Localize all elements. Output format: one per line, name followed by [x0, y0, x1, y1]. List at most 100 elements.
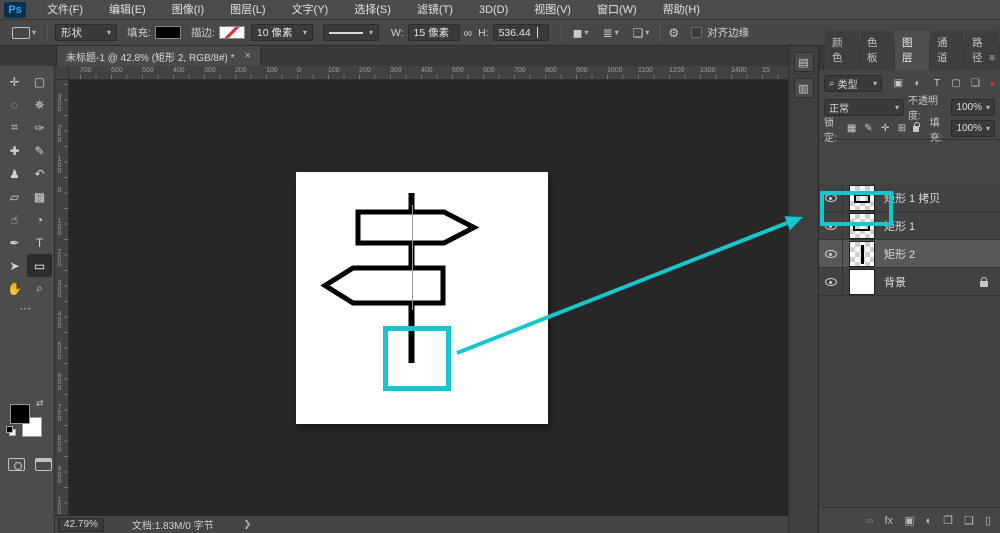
gradient-tool[interactable]: ▩ [27, 185, 52, 208]
lock-artboard-icon[interactable]: ⊞ [896, 123, 908, 134]
close-icon[interactable]: × [245, 50, 251, 62]
horizontal-ruler[interactable]: 7006005004003002001000100200300400500600… [69, 66, 788, 80]
path-arrangement-button[interactable]: ❏ ▾ [629, 24, 654, 42]
ruler-corner[interactable] [55, 66, 69, 80]
edit-toolbar-icon[interactable]: ⋯ [0, 302, 50, 315]
history-panel-icon[interactable]: ▤ [794, 52, 814, 72]
fill-opacity-select[interactable]: 100% ▾ [951, 120, 995, 137]
new-layer-icon[interactable]: ❏ [964, 514, 974, 527]
menu-item[interactable]: 编辑(E) [96, 0, 159, 20]
history-brush-tool[interactable]: ↶ [27, 162, 52, 185]
pen-tool[interactable]: ✒ [2, 231, 27, 254]
menu-item[interactable]: 图层(L) [217, 0, 278, 20]
opacity-select[interactable]: 100% ▾ [951, 99, 995, 116]
layer-row[interactable]: 背景 [819, 268, 1000, 296]
menu-item[interactable]: 帮助(H) [650, 0, 713, 20]
filter-shape-icon[interactable]: ▢ [949, 78, 963, 89]
type-tool[interactable]: T [27, 231, 52, 254]
eyedropper-tool[interactable]: ✑ [27, 116, 52, 139]
filter-smart-object-icon[interactable]: ❏ [968, 78, 982, 89]
lock-position-icon[interactable]: ✛ [879, 123, 891, 134]
menu-item[interactable]: 窗口(W) [584, 0, 650, 20]
healing-brush-tool[interactable]: ✚ [2, 139, 27, 162]
move-tool[interactable]: ✛ [2, 70, 27, 93]
link-layers-icon[interactable]: ∞ [866, 515, 874, 527]
screen-mode-button[interactable] [35, 458, 52, 471]
quick-mask-button[interactable] [8, 458, 25, 471]
stroke-width-select[interactable]: 10 像素 ▾ [251, 24, 313, 41]
filter-image-icon[interactable]: ▣ [891, 78, 905, 89]
menu-item[interactable]: 视图(V) [521, 0, 584, 20]
panel-tab[interactable]: 图层 [895, 31, 929, 70]
clone-stamp-tool-icon: ♟ [9, 167, 20, 181]
dodge-tool[interactable]: ◔ [27, 208, 52, 231]
canvas-highlight-rectangle [383, 326, 451, 391]
filter-adjustment-icon[interactable]: ◐ [910, 78, 924, 89]
layer-effects-icon[interactable]: fx [885, 515, 894, 527]
menu-item[interactable]: 文件(F) [34, 0, 96, 20]
adjustment-layer-icon[interactable]: ◐ [926, 515, 933, 527]
layer-thumbnail[interactable] [849, 269, 875, 295]
height-input[interactable]: 536.44 [493, 24, 549, 41]
stroke-style-select[interactable]: ▾ [323, 24, 379, 41]
delete-layer-icon[interactable]: ▯ [985, 514, 991, 527]
align-edges-checkbox[interactable] [691, 27, 702, 38]
ruler-label: 300 [390, 67, 402, 74]
default-colors-icon[interactable] [6, 426, 15, 435]
swap-colors-icon[interactable]: ⇄ [36, 398, 44, 409]
zoom-tool[interactable]: ⌕ [27, 277, 52, 300]
panel-tab[interactable]: 路径 [965, 31, 999, 70]
smudge-tool[interactable]: ☝ [2, 208, 27, 231]
panel-menu-icon[interactable]: ≡ [989, 53, 995, 64]
zoom-level-field[interactable]: 42.79% [58, 518, 104, 532]
eraser-tool[interactable]: ▱ [2, 185, 27, 208]
filter-type-icon[interactable]: T [930, 78, 944, 89]
menu-item[interactable]: 3D(D) [466, 0, 521, 20]
tool-mode-select[interactable]: 形状 ▾ [55, 24, 117, 41]
path-alignment-button[interactable]: ≣ ▾ [599, 24, 623, 42]
lock-transparent-pixels-icon[interactable]: ▦ [846, 123, 858, 134]
brush-tool[interactable]: ✎ [27, 139, 52, 162]
new-group-icon[interactable]: ❐ [943, 514, 953, 527]
panel-tab[interactable]: 色板 [860, 31, 894, 70]
properties-panel-icon[interactable]: ▥ [794, 78, 814, 98]
gear-icon[interactable]: ⚙ [668, 26, 679, 40]
lasso-tool[interactable]: ◌ [2, 93, 27, 116]
foreground-color-swatch[interactable] [10, 404, 30, 424]
menu-item[interactable]: 选择(S) [341, 0, 404, 20]
panel-tab[interactable]: 通道 [930, 31, 964, 70]
document-tab[interactable]: 未标题-1 @ 42.8% (矩形 2, RGB/8#) * × [56, 46, 261, 66]
link-wh-icon[interactable]: ∞ [464, 26, 473, 40]
path-operations-button[interactable]: ◼ ▾ [569, 24, 593, 42]
visibility-toggle[interactable] [819, 268, 843, 296]
vertical-ruler[interactable]: 3002001000100200300400500600700800900100… [55, 80, 69, 515]
layer-thumbnail[interactable] [849, 241, 875, 267]
status-chevron-icon[interactable]: ❯ [244, 519, 252, 530]
width-input[interactable]: 15 像素 [408, 24, 460, 41]
clone-stamp-tool[interactable]: ♟ [2, 162, 27, 185]
chevron-down-icon: ▾ [986, 103, 990, 112]
stroke-swatch[interactable] [219, 26, 245, 39]
visibility-toggle[interactable] [819, 240, 843, 268]
menu-item[interactable]: 滤镜(T) [404, 0, 466, 20]
toolbar-bottom-buttons [8, 458, 52, 471]
filter-toggle-icon[interactable]: ● [990, 78, 995, 88]
hand-tool[interactable]: ✋ [2, 277, 27, 300]
rectangle-tool[interactable]: ▭ [27, 254, 52, 277]
layer-filter-select[interactable]: ⌕ 类型 ▾ [824, 75, 882, 92]
fill-swatch[interactable] [155, 26, 181, 39]
add-mask-icon[interactable]: ▣ [904, 514, 914, 527]
layer-row-selected[interactable]: 矩形 2 [819, 240, 1000, 268]
lock-image-pixels-icon[interactable]: ✎ [863, 123, 875, 134]
menu-item[interactable]: 图像(I) [159, 0, 217, 20]
divider [561, 24, 562, 42]
menu-item[interactable]: 文字(Y) [279, 0, 342, 20]
path-selection-tool[interactable]: ➤ [2, 254, 27, 277]
magic-wand-tool[interactable]: ✵ [27, 93, 52, 116]
crop-tool[interactable]: ⌗ [2, 116, 27, 139]
panel-tab[interactable]: 颜色 [825, 31, 859, 70]
tool-preset-button[interactable]: ▾ [8, 25, 40, 41]
search-icon: ⌕ [829, 78, 835, 89]
marquee-tool[interactable]: ▢ [27, 70, 52, 93]
lock-all-icon[interactable] [913, 126, 919, 132]
